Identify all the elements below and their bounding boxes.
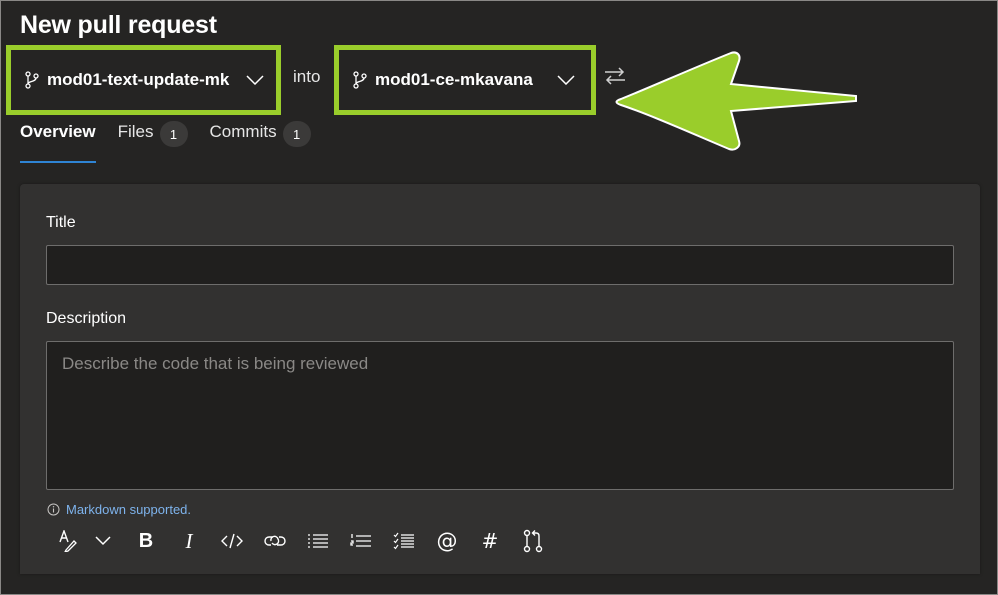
pull-request-form: Title Description Markdown supported. B … <box>20 184 980 574</box>
numbered-list-icon <box>350 534 371 547</box>
bulleted-list-button[interactable] <box>303 526 333 556</box>
code-button[interactable] <box>217 526 247 556</box>
code-icon <box>221 533 243 549</box>
mention-button[interactable]: @ <box>432 526 462 556</box>
tab-overview[interactable]: Overview <box>20 119 96 163</box>
text-format-dropdown[interactable] <box>88 526 118 556</box>
mention-icon: @ <box>436 529 458 553</box>
target-branch-highlight: mod01-ce-mkavana <box>334 45 596 115</box>
italic-icon: I <box>185 528 193 553</box>
branch-icon <box>353 71 367 89</box>
chevron-down-icon <box>95 536 111 546</box>
description-input[interactable] <box>46 341 954 490</box>
source-branch-name: mod01-text-update-mk <box>47 70 230 89</box>
source-branch-highlight: mod01-text-update-mk <box>6 45 281 115</box>
bulleted-list-icon <box>308 534 328 548</box>
info-icon <box>47 503 60 516</box>
work-item-button[interactable]: # <box>475 526 505 556</box>
text-format-button[interactable] <box>56 526 80 556</box>
link-button[interactable] <box>260 526 290 556</box>
numbered-list-button[interactable] <box>346 526 376 556</box>
commits-count-badge: 1 <box>282 121 311 147</box>
tab-label: Files <box>117 122 154 141</box>
page-title: New pull request <box>20 11 217 39</box>
markdown-supported-link[interactable]: Markdown supported. <box>66 502 191 517</box>
italic-button[interactable]: I <box>174 526 204 556</box>
markdown-note: Markdown supported. <box>47 502 191 517</box>
files-count-badge: 1 <box>159 121 188 147</box>
pull-request-icon <box>523 529 543 553</box>
tab-commits[interactable]: Commits 1 <box>210 119 311 163</box>
source-branch-dropdown[interactable]: mod01-text-update-mk <box>11 50 276 110</box>
title-input[interactable] <box>46 245 954 285</box>
chevron-down-icon <box>557 75 575 85</box>
formatting-toolbar: B I @ # <box>56 526 561 556</box>
target-branch-name: mod01-ce-mkavana <box>375 70 533 89</box>
tab-files[interactable]: Files 1 <box>118 119 188 163</box>
bold-icon: B <box>138 529 154 552</box>
bold-button[interactable]: B <box>131 526 161 556</box>
task-list-button[interactable] <box>389 526 419 556</box>
chevron-down-icon <box>246 75 264 85</box>
target-branch-dropdown[interactable]: mod01-ce-mkavana <box>339 50 591 110</box>
work-item-icon: # <box>481 529 499 553</box>
branch-icon <box>25 71 39 89</box>
into-label: into <box>293 67 321 86</box>
pull-request-link-button[interactable] <box>518 526 548 556</box>
text-format-icon <box>59 530 77 552</box>
task-list-icon <box>393 532 414 550</box>
description-label: Description <box>46 310 127 327</box>
tab-bar: Overview Files 1 Commits 1 <box>20 119 333 163</box>
callout-arrow <box>615 51 857 151</box>
title-label: Title <box>46 214 76 231</box>
tab-label: Commits <box>209 122 277 141</box>
link-icon <box>264 535 286 546</box>
tab-label: Overview <box>20 122 96 141</box>
